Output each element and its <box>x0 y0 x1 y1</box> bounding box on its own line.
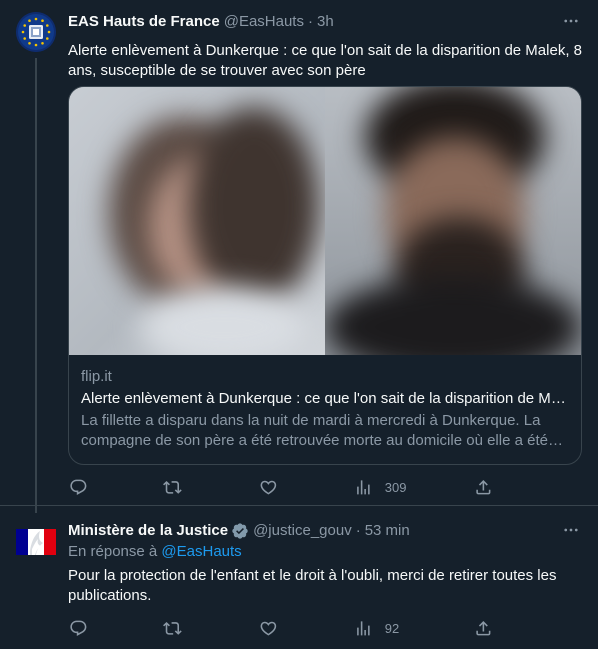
reply-icon <box>70 479 87 495</box>
reply-button[interactable] <box>69 618 88 638</box>
share-button[interactable] <box>474 477 493 497</box>
avatar-eas-hauts[interactable] <box>16 12 56 52</box>
card-image[interactable] <box>69 87 581 355</box>
share-icon <box>476 479 491 495</box>
views-count: 309 <box>384 479 407 495</box>
author-name[interactable]: EAS Hauts de France <box>68 12 220 32</box>
reply-icon <box>70 620 87 636</box>
tweet-eas-hauts[interactable]: EAS Hauts de France @EasHauts · 3h Alert… <box>0 0 598 513</box>
verified-badge-icon[interactable] <box>231 522 249 540</box>
views-icon <box>357 620 370 636</box>
tweet-timestamp[interactable]: 3h <box>317 12 334 32</box>
tweet-header: Ministère de la Justice @justice_gouv · … <box>68 521 410 541</box>
retweet-icon <box>163 480 182 494</box>
retweet-button[interactable] <box>163 618 182 638</box>
like-icon <box>260 621 277 636</box>
share-button[interactable] <box>474 618 493 638</box>
more-icon[interactable] <box>560 10 582 32</box>
link-card[interactable]: flip.it Alerte enlèvement à Dunkerque : … <box>68 86 582 465</box>
blurred-photo-right <box>325 87 581 355</box>
avatar-ministere-justice[interactable] <box>16 521 56 561</box>
views-count: 92 <box>384 620 400 636</box>
tweet-timestamp[interactable]: 53 min <box>365 521 410 541</box>
tweet-header: EAS Hauts de France @EasHauts · 3h <box>68 12 334 32</box>
action-bar: 92 <box>68 618 582 638</box>
retweet-button[interactable] <box>163 477 182 497</box>
more-icon[interactable] <box>560 519 582 541</box>
action-bar: 309 <box>68 477 582 497</box>
reply-mention-link[interactable]: @EasHauts <box>161 543 241 560</box>
share-icon <box>476 620 491 636</box>
views-button[interactable]: 92 <box>354 618 399 638</box>
reply-button[interactable] <box>69 477 88 497</box>
like-button[interactable] <box>259 618 278 638</box>
card-description: La fillette a disparu dans la nuit de ma… <box>81 412 548 449</box>
separator-dot: · <box>307 13 313 30</box>
views-icon <box>357 479 370 495</box>
reply-prefix: En réponse à <box>68 543 162 560</box>
card-title: Alerte enlèvement à Dunkerque : ce que l… <box>81 390 569 407</box>
card-body[interactable]: flip.it Alerte enlèvement à Dunkerque : … <box>69 355 581 463</box>
reply-context: En réponse à @EasHauts <box>68 542 242 562</box>
tweet-justice-gouv[interactable]: Ministère de la Justice @justice_gouv · … <box>0 505 598 649</box>
author-handle[interactable]: @EasHauts <box>224 12 304 32</box>
card-domain: flip.it <box>81 368 112 385</box>
author-name[interactable]: Ministère de la Justice <box>68 521 228 541</box>
like-button[interactable] <box>259 477 278 497</box>
author-handle[interactable]: @justice_gouv <box>253 521 352 541</box>
blurred-photo-left <box>69 87 325 355</box>
like-icon <box>260 480 277 495</box>
retweet-icon <box>163 621 182 635</box>
views-button[interactable]: 309 <box>354 477 406 497</box>
tweet-text: Alerte enlèvement à Dunkerque : ce que l… <box>68 42 582 79</box>
thread-line <box>35 58 37 513</box>
tweet-text: Pour la protection de l'enfant et le dro… <box>68 567 557 604</box>
separator-dot: · <box>355 522 361 539</box>
